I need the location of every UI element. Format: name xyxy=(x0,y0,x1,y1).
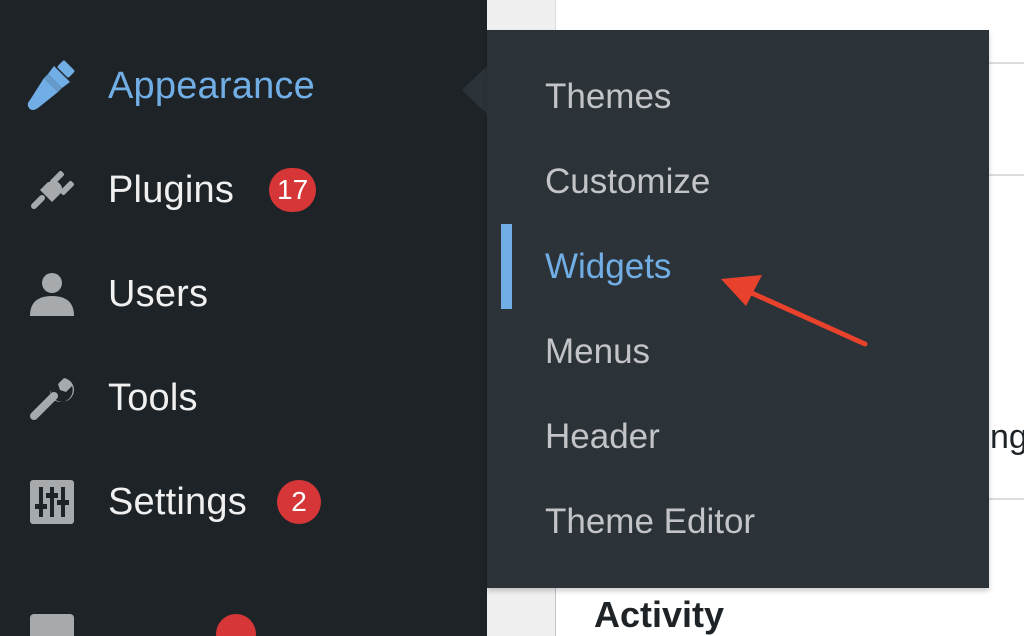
submenu-item-themes[interactable]: Themes xyxy=(487,54,989,139)
widget-divider xyxy=(989,498,1024,500)
sidebar-item-settings[interactable]: Settings 2 xyxy=(0,450,487,554)
sidebar-item-label: Settings xyxy=(108,480,247,523)
appearance-submenu: Themes Customize Widgets Menus Header Th… xyxy=(487,30,989,588)
plugins-update-badge: 17 xyxy=(269,168,317,212)
paintbrush-icon xyxy=(24,58,80,114)
submenu-item-header[interactable]: Header xyxy=(487,394,989,479)
widget-divider xyxy=(989,174,1024,176)
submenu-item-label: Menus xyxy=(545,331,651,371)
submenu-item-widgets[interactable]: Widgets xyxy=(487,224,989,309)
widget-divider xyxy=(989,62,1024,64)
current-item-indicator xyxy=(501,224,512,309)
sidebar-item-label: Users xyxy=(108,272,209,315)
settings-sliders-icon xyxy=(24,474,80,530)
sidebar-item-label: Tools xyxy=(108,376,198,419)
submenu-item-label: Widgets xyxy=(545,246,672,286)
sidebar-item-appearance[interactable]: Appearance xyxy=(0,34,487,138)
settings-update-badge: 2 xyxy=(277,480,321,524)
partial-badge xyxy=(216,614,256,636)
wrench-icon xyxy=(24,370,80,426)
sidebar-item-label: Appearance xyxy=(108,64,315,107)
sidebar-item-label: Plugins xyxy=(108,168,235,211)
plugin-icon xyxy=(24,162,80,218)
dashboard-widget-right xyxy=(989,30,1024,588)
submenu-item-label: Themes xyxy=(545,76,672,116)
submenu-item-label: Theme Editor xyxy=(545,501,756,541)
dashboard-widget-top xyxy=(555,0,1024,30)
sidebar-item-users[interactable]: Users xyxy=(0,242,487,346)
clipped-widget-text: ng xyxy=(990,418,1024,456)
submenu-item-menus[interactable]: Menus xyxy=(487,309,989,394)
sidebar-item-tools[interactable]: Tools xyxy=(0,346,487,450)
partial-menu-icon xyxy=(30,614,74,636)
admin-sidebar: Appearance Plugins 17 Users Tools Settin… xyxy=(0,0,487,636)
activity-heading: Activity xyxy=(594,594,725,635)
submenu-item-label: Header xyxy=(545,416,660,456)
submenu-item-theme-editor[interactable]: Theme Editor xyxy=(487,479,989,564)
submenu-item-label: Customize xyxy=(545,161,711,201)
submenu-item-customize[interactable]: Customize xyxy=(487,139,989,224)
sidebar-item-plugins[interactable]: Plugins 17 xyxy=(0,138,487,242)
user-icon xyxy=(24,266,80,322)
sidebar-item-partial[interactable] xyxy=(0,604,487,636)
flyout-pointer xyxy=(462,66,487,114)
